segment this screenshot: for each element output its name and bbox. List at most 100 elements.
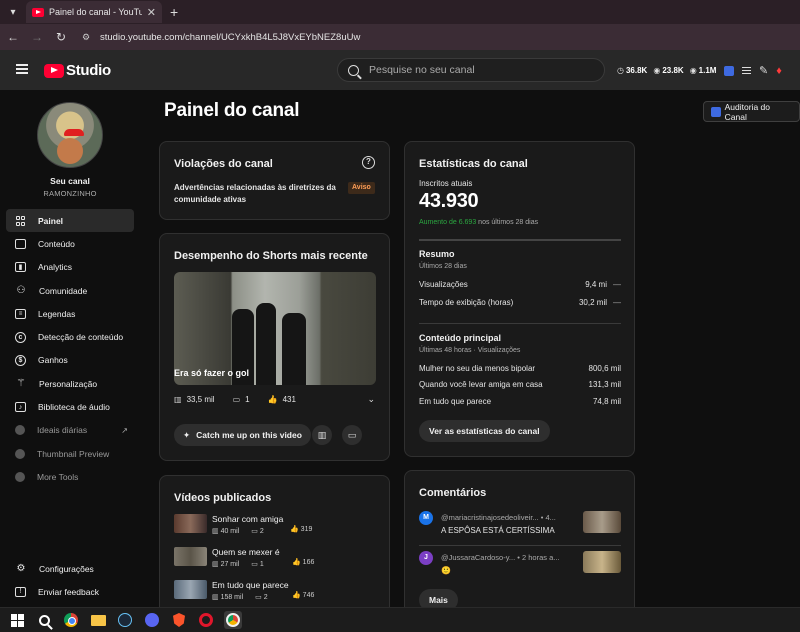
windows-start-icon[interactable] xyxy=(8,611,26,629)
sidebar-item-label: Biblioteca de áudio xyxy=(38,402,110,413)
sidebar-item-label: Comunidade xyxy=(39,285,88,296)
comments-card: Comentários M @mariacristinajosedeolivei… xyxy=(404,470,635,615)
row-value: 800,6 mil xyxy=(588,364,621,373)
warning-badge: Aviso xyxy=(348,182,375,194)
sidebar-item-label: Personalização xyxy=(39,378,98,389)
catch-me-up-button[interactable]: ✦ Catch me up on this video xyxy=(174,424,311,446)
comments-value: ▭ 2 xyxy=(251,528,264,535)
menu-icon[interactable] xyxy=(742,67,751,74)
site-settings-icon[interactable]: ⚙ xyxy=(82,32,94,42)
video-thumbnail xyxy=(174,514,207,533)
row-value: 9,4 mi xyxy=(585,280,607,289)
view-channel-stats-button[interactable]: Ver as estatísticas do canal xyxy=(419,420,550,442)
create-icon[interactable]: ✎ xyxy=(759,64,768,77)
row-value: 74,8 mil xyxy=(592,397,621,406)
sidebar-item-label: Ganhos xyxy=(38,355,68,366)
video-thumbnail xyxy=(174,580,207,599)
url-field[interactable]: ⚙ studio.youtube.com/channel/UCYxkhB4L5J… xyxy=(82,32,360,43)
sidebar-item-biblioteca[interactable]: ♪ Biblioteca de áudio xyxy=(6,395,134,418)
taskbar xyxy=(0,607,800,632)
analytics-button[interactable]: ▥ xyxy=(312,425,332,445)
studio-logo[interactable]: Studio xyxy=(44,62,111,79)
sidebar-item-deteccao[interactable]: c Detecção de conteúdo xyxy=(6,325,134,348)
video-row[interactable]: Quem se mexer é ▥ 27 mil ▭ 1 👍 166 xyxy=(174,547,374,571)
chevron-down-icon[interactable]: ⌄ xyxy=(367,394,375,405)
video-row[interactable]: Em tudo que parece ▥ 158 mil ▭ 2 👍 746 xyxy=(174,580,374,604)
sidebar-item-label: Conteúdo xyxy=(38,238,75,249)
sidebar-item-comunidade[interactable]: ⚇ Comunidade xyxy=(6,279,134,302)
file-explorer-icon[interactable] xyxy=(89,611,107,629)
summary-subtitle: Últimos 28 dias xyxy=(419,263,467,270)
views-value: ▥ 27 mil xyxy=(212,561,240,568)
tab-list-button[interactable]: ▾ xyxy=(2,1,24,23)
help-icon[interactable]: ? xyxy=(362,156,375,169)
back-icon[interactable]: ← xyxy=(6,30,20,44)
sidebar-item-feedback[interactable]: ! Enviar feedback xyxy=(6,580,134,603)
top-content-row[interactable]: Mulher no seu dia menos bipolar 800,6 mi… xyxy=(419,364,621,373)
sidebar-item-conteudo[interactable]: Conteúdo xyxy=(6,232,134,255)
magic-wand-icon: ⚚ xyxy=(16,378,26,390)
thumbs-up-icon: 👍 xyxy=(267,395,278,404)
comment-time: • 4... xyxy=(540,513,556,522)
video-title: Sonhar com amiga xyxy=(212,514,284,524)
stat-value: 23.8K xyxy=(662,66,684,75)
reload-icon[interactable]: ↻ xyxy=(54,30,68,44)
sparkle-icon: ✦ xyxy=(183,429,191,440)
audit-button[interactable]: Auditoria do Canal xyxy=(703,101,800,122)
top-content-subtitle: Últimas 48 horas · Visualizações xyxy=(419,347,521,354)
divider xyxy=(419,323,621,324)
comments-title: Comentários xyxy=(419,487,487,499)
comment-item[interactable]: M @mariacristinajosedeoliveir... • 4... … xyxy=(419,511,621,545)
comment-text: 🙂 xyxy=(441,566,451,575)
new-tab-button[interactable]: + xyxy=(170,4,178,20)
comments-button[interactable]: ▭ xyxy=(342,425,362,445)
taskbar-search-icon[interactable] xyxy=(35,611,53,629)
video-row[interactable]: Sonhar com amiga ▥ 40 mil ▭ 2 👍 319 xyxy=(174,514,374,538)
sidebar-item-legendas[interactable]: ≡ Legendas xyxy=(6,302,134,325)
close-tab-icon[interactable]: ✕ xyxy=(147,6,156,19)
channel-avatar[interactable] xyxy=(37,102,103,168)
chrome-icon[interactable] xyxy=(62,611,80,629)
extension-icon[interactable] xyxy=(724,65,734,76)
top-content-row[interactable]: Quando você levar amiga em casa 131,3 mi… xyxy=(419,380,621,389)
sidebar-item-thumbnail-preview[interactable]: Thumbnail Preview xyxy=(6,442,134,465)
video-meta: ▥ 40 mil ▭ 2 xyxy=(212,527,264,535)
likes-value: 👍 166 xyxy=(292,559,315,566)
browser-tab[interactable]: Painel do canal - YouTube Studio ✕ xyxy=(26,1,162,23)
shorts-caption: Era só fazer o gol xyxy=(174,368,250,378)
notification-bell-icon[interactable]: ♦ xyxy=(776,65,782,77)
comment-text: A ESPÔSA ESTÁ CERTÍSSIMA xyxy=(441,526,555,535)
sidebar-item-personalizacao[interactable]: ⚚ Personalização xyxy=(6,372,134,395)
catch-me-up-label: Catch me up on this video xyxy=(196,430,302,440)
discord-icon[interactable] xyxy=(143,611,161,629)
hamburger-menu-icon[interactable] xyxy=(16,64,28,74)
sidebar-item-ideias[interactable]: Ideais diárias ↗ xyxy=(6,419,134,442)
sidebar-item-ganhos[interactable]: $ Ganhos xyxy=(6,349,134,372)
sidebar-item-more-tools[interactable]: More Tools xyxy=(6,465,134,488)
opera-icon[interactable] xyxy=(197,611,215,629)
browser-tabbar: ▾ Painel do canal - YouTube Studio ✕ + xyxy=(0,0,800,24)
sidebar-item-label: Detecção de conteúdo xyxy=(38,332,124,343)
top-content-row[interactable]: Em tudo que parece 74,8 mil xyxy=(419,397,621,406)
forward-icon[interactable]: → xyxy=(30,30,44,44)
stat-views: ◉ 23.8K xyxy=(653,66,683,75)
channel-caption: Seu canal xyxy=(50,176,90,186)
steam-icon[interactable] xyxy=(116,611,134,629)
sidebar-item-analytics[interactable]: ▮ Analytics xyxy=(6,256,134,279)
audit-label: Auditoria do Canal xyxy=(724,101,770,122)
clock-icon: ◷ xyxy=(617,66,624,75)
comment-icon: ▭ xyxy=(232,395,241,404)
earnings-icon: $ xyxy=(15,354,26,366)
comments-value: ▭ 1 xyxy=(251,561,264,568)
sidebar-item-configuracoes[interactable]: ⚙ Configurações xyxy=(6,557,134,580)
chrome-active-icon[interactable] xyxy=(224,611,242,629)
row-value: 131,3 mil xyxy=(588,380,621,389)
search-input[interactable]: Pesquise no seu canal xyxy=(337,58,605,82)
comment-item[interactable]: J @JussaraCardoso-y... • 2 horas a... 🙂 xyxy=(419,551,621,585)
row-label: Em tudo que parece xyxy=(419,397,492,406)
sidebar-item-painel[interactable]: Painel xyxy=(6,209,134,233)
feedback-icon: ! xyxy=(15,586,26,597)
likes-value: 431 xyxy=(282,395,296,404)
brave-icon[interactable] xyxy=(170,611,188,629)
youtube-favicon-icon xyxy=(32,7,44,17)
